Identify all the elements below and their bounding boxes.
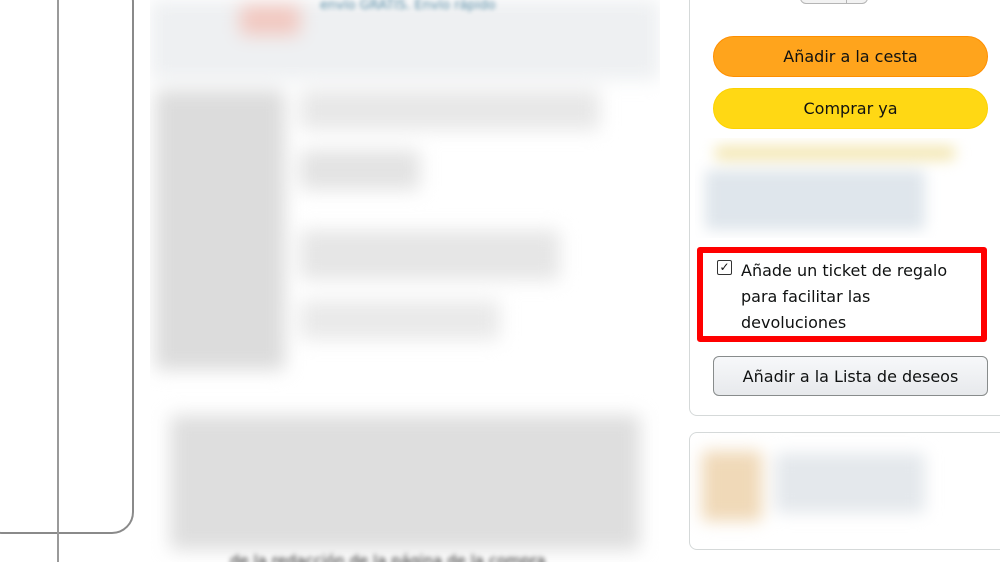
add-to-cart-button[interactable]: Añadir a la cesta (713, 36, 988, 77)
blurred-thumbnail-column (155, 90, 285, 370)
gift-receipt-checkbox[interactable]: ✓ (717, 260, 732, 275)
blurred-text-block (300, 230, 560, 280)
blurred-panel (170, 415, 640, 550)
left-panel-frame (0, 0, 134, 534)
secondary-offer-box (689, 432, 1000, 550)
blurred-offer-image (702, 451, 762, 521)
blurred-text-block (300, 150, 420, 190)
blurred-offer-text (775, 453, 925, 513)
blurred-buybox-details (695, 138, 995, 238)
blurred-box (705, 170, 925, 230)
gift-receipt-label: Añade un ticket de regalo para facilitar… (741, 261, 948, 332)
left-divider-line (57, 0, 59, 562)
blurred-product-details: envío GRATIS. Envío rápido de la redacci… (150, 0, 660, 562)
blurred-line (715, 146, 955, 160)
add-to-wishlist-button[interactable]: Añadir a la Lista de deseos (713, 356, 988, 396)
buy-now-button[interactable]: Comprar ya (713, 88, 988, 129)
blurred-badge (240, 5, 300, 35)
blurred-text-block (300, 300, 500, 340)
product-page: envío GRATIS. Envío rápido de la redacci… (0, 0, 1000, 562)
quantity-selector[interactable] (800, 0, 868, 4)
blurred-text-block (300, 90, 600, 130)
bottom-text: de la redacción de la página de la compr… (230, 552, 546, 562)
shipping-text: envío GRATIS. Envío rápido (320, 0, 496, 13)
